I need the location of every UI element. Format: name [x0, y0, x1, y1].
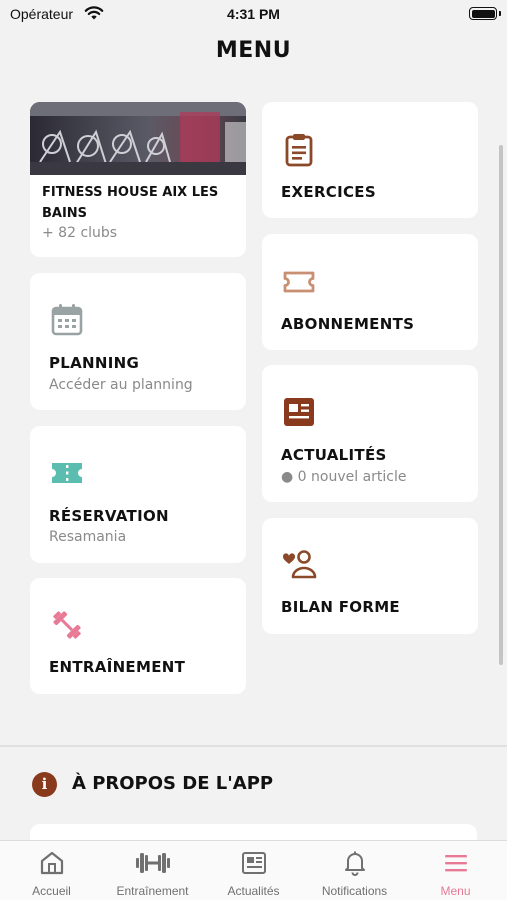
- newspaper-icon: [241, 852, 266, 874]
- hamburger-icon: [444, 855, 467, 872]
- tab-actualites-label: Actualités: [227, 884, 280, 898]
- tab-accueil-label: Accueil: [32, 884, 71, 898]
- reservation-subtitle: Resamania: [49, 529, 127, 545]
- actualites-subtitle: ● 0 nouvel article: [281, 469, 407, 485]
- dumbbell-icon: [135, 853, 170, 873]
- clock: 4:31 PM: [227, 6, 280, 22]
- tab-menu-label: Menu: [440, 884, 471, 898]
- dumbbell-icon: [53, 611, 81, 639]
- exercices-card[interactable]: EXERCICES: [262, 102, 478, 218]
- tab-entrainement-label: Entraînement: [116, 884, 189, 898]
- about-title: À PROPOS DE L'APP: [72, 773, 274, 794]
- newspaper-icon: [284, 398, 314, 426]
- bilan-forme-title: BILAN FORME: [281, 598, 400, 616]
- user-heart-icon: [282, 550, 317, 579]
- tab-actualites[interactable]: Actualités: [203, 841, 304, 900]
- reservation-card[interactable]: RÉSERVATION Resamania: [30, 426, 246, 563]
- home-icon: [40, 851, 63, 875]
- scrollbar[interactable]: [499, 145, 503, 665]
- exercices-title: EXERCICES: [281, 183, 376, 201]
- abonnements-card[interactable]: ABONNEMENTS: [262, 234, 478, 350]
- reservation-title: RÉSERVATION: [49, 507, 169, 525]
- entrainement-card[interactable]: ENTRAÎNEMENT: [30, 578, 246, 694]
- calendar-icon: [51, 304, 83, 336]
- abonnements-title: ABONNEMENTS: [281, 315, 415, 333]
- club-card[interactable]: FITNESS HOUSE AIX LES BAINS + 82 clubs: [30, 102, 246, 257]
- tab-notifications[interactable]: Notifications: [304, 841, 405, 900]
- planning-subtitle: Accéder au planning: [49, 377, 193, 393]
- tab-notifications-label: Notifications: [321, 884, 388, 898]
- battery-icon: [469, 7, 497, 20]
- page-title: MENU: [215, 38, 292, 63]
- club-name: FITNESS HOUSE AIX LES BAINS: [42, 185, 219, 221]
- bell-icon: [344, 851, 365, 876]
- info-icon: i: [32, 772, 57, 797]
- tab-entrainement[interactable]: Entraînement: [102, 841, 203, 900]
- tab-bar: Accueil Entraînement Actualités Notifica…: [0, 840, 507, 900]
- club-count: + 82 clubs: [42, 225, 118, 241]
- status-bar: Opérateur 4:31 PM: [0, 0, 507, 28]
- clipboard-icon: [285, 134, 313, 167]
- club-photo: [30, 102, 246, 175]
- planning-card[interactable]: PLANNING Accéder au planning: [30, 273, 246, 410]
- actualites-card[interactable]: ACTUALITÉS ● 0 nouvel article: [262, 365, 478, 502]
- ticket-outline-icon: [283, 271, 315, 293]
- ticket-icon: [52, 463, 82, 483]
- tab-menu[interactable]: Menu: [405, 841, 506, 900]
- planning-title: PLANNING: [49, 354, 140, 372]
- tab-accueil[interactable]: Accueil: [1, 841, 102, 900]
- actualites-title: ACTUALITÉS: [281, 446, 387, 464]
- section-divider: [0, 745, 507, 747]
- bilan-forme-card[interactable]: BILAN FORME: [262, 518, 478, 634]
- entrainement-title: ENTRAÎNEMENT: [49, 658, 186, 676]
